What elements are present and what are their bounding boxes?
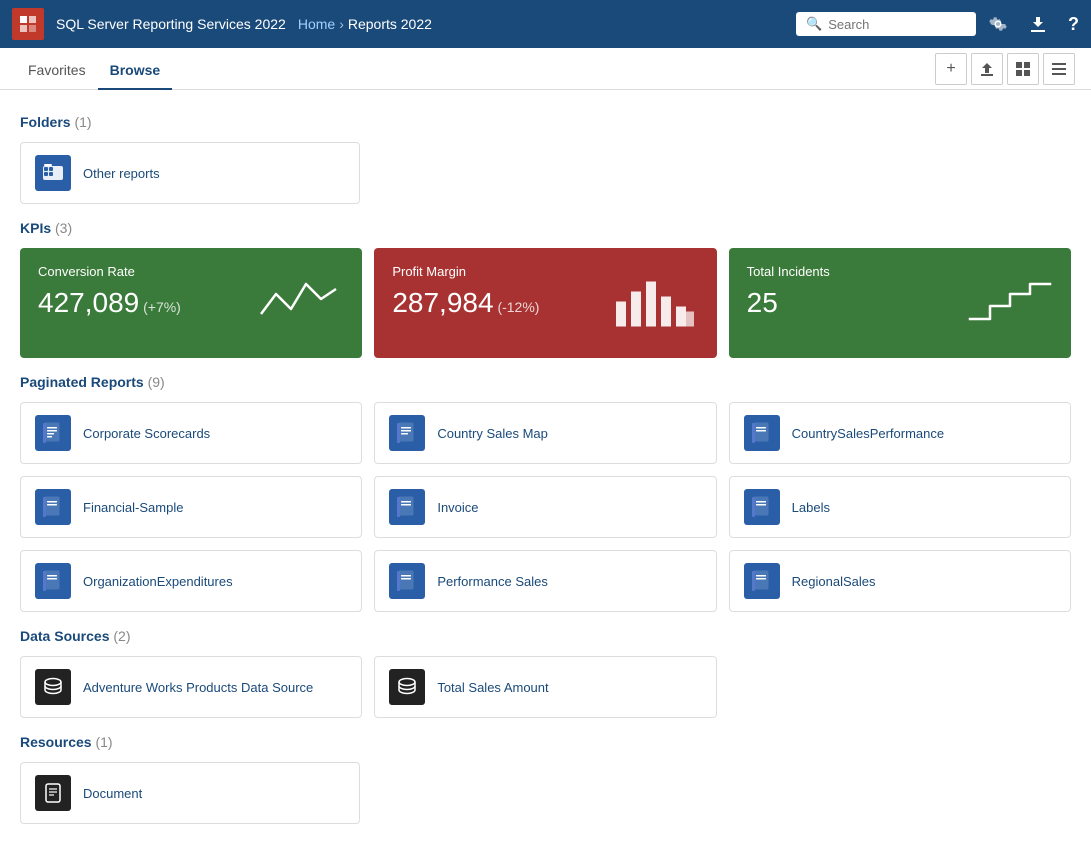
report-label: Performance Sales — [437, 574, 548, 589]
resource-label: Document — [83, 786, 142, 801]
resources-section-header: Resources (1) — [20, 734, 1071, 750]
tab-favorites[interactable]: Favorites — [16, 48, 98, 90]
datasource-icon — [389, 669, 425, 705]
report-label: Invoice — [437, 500, 478, 515]
tile-view-button[interactable] — [1007, 53, 1039, 85]
report-label: Financial-Sample — [83, 500, 183, 515]
datasource-label: Adventure Works Products Data Source — [83, 680, 313, 695]
resource-icon — [35, 775, 71, 811]
report-icon — [744, 563, 780, 599]
kpis-section-header: KPIs (3) — [20, 220, 1071, 236]
report-label: OrganizationExpenditures — [83, 574, 233, 589]
list-item[interactable]: CountrySalesPerformance — [729, 402, 1071, 464]
list-item[interactable]: RegionalSales — [729, 550, 1071, 612]
kpi-conversion-rate[interactable]: Conversion Rate 427,089 (+7%) — [20, 248, 362, 358]
folders-grid: Other reports — [20, 142, 1071, 204]
list-item[interactable]: Labels — [729, 476, 1071, 538]
detail-view-button[interactable] — [1043, 53, 1075, 85]
kpi-total-incidents[interactable]: Total Incidents 25 — [729, 248, 1071, 358]
report-label: RegionalSales — [792, 574, 876, 589]
report-icon — [389, 489, 425, 525]
kpi-value: 25 — [747, 287, 778, 318]
report-label: CountrySalesPerformance — [792, 426, 944, 441]
report-icon — [35, 415, 71, 451]
report-label: Country Sales Map — [437, 426, 548, 441]
tabs-bar: Favorites Browse + — [0, 48, 1091, 90]
resources-label: Resources — [20, 734, 92, 750]
search-box[interactable]: 🔍 — [796, 12, 976, 36]
kpis-grid: Conversion Rate 427,089 (+7%) Profit Mar… — [20, 248, 1071, 358]
datasources-label: Data Sources — [20, 628, 109, 644]
search-input[interactable] — [828, 17, 966, 32]
kpi-value: 427,089 — [38, 287, 139, 318]
report-icon — [35, 489, 71, 525]
folders-label: Folders — [20, 114, 71, 130]
report-icon — [744, 489, 780, 525]
tab-browse[interactable]: Browse — [98, 48, 173, 90]
paginated-count: (9) — [148, 374, 165, 390]
paginated-label: Paginated Reports — [20, 374, 144, 390]
breadcrumb-home[interactable]: Home — [298, 16, 335, 32]
list-item[interactable]: Other reports — [20, 142, 360, 204]
paginated-reports-section-header: Paginated Reports (9) — [20, 374, 1071, 390]
list-item[interactable]: Financial-Sample — [20, 476, 362, 538]
datasources-count: (2) — [113, 628, 130, 644]
kpi-chart-line — [256, 274, 346, 332]
report-icon — [389, 415, 425, 451]
folder-icon — [35, 155, 71, 191]
app-logo — [12, 8, 44, 40]
help-icon[interactable]: ? — [1068, 14, 1079, 35]
breadcrumb-separator: › — [339, 16, 344, 32]
resources-grid: Document — [20, 762, 1071, 824]
kpi-profit-margin[interactable]: Profit Margin 287,984 (-12%) — [374, 248, 716, 358]
kpi-value: 287,984 — [392, 287, 493, 318]
list-item[interactable]: Performance Sales — [374, 550, 716, 612]
main-content: Folders (1) Other reports KPIs (3) C — [0, 90, 1091, 840]
report-icon — [35, 563, 71, 599]
download-icon[interactable] — [1028, 14, 1048, 34]
report-label: Corporate Scorecards — [83, 426, 210, 441]
new-item-button[interactable]: + — [935, 53, 967, 85]
kpis-label: KPIs — [20, 220, 51, 236]
list-item[interactable]: Invoice — [374, 476, 716, 538]
search-icon: 🔍 — [806, 16, 822, 32]
header: SQL Server Reporting Services 2022 Home … — [0, 0, 1091, 48]
datasource-label: Total Sales Amount — [437, 680, 548, 695]
list-item[interactable]: Adventure Works Products Data Source — [20, 656, 362, 718]
kpis-count: (3) — [55, 220, 72, 236]
list-item[interactable]: Total Sales Amount — [374, 656, 716, 718]
header-actions: ? — [988, 14, 1079, 35]
datasources-section-header: Data Sources (2) — [20, 628, 1071, 644]
report-icon — [744, 415, 780, 451]
kpi-chart-steps — [965, 274, 1055, 332]
list-item[interactable]: OrganizationExpenditures — [20, 550, 362, 612]
report-icon — [389, 563, 425, 599]
datasources-grid: Adventure Works Products Data Source Tot… — [20, 656, 1071, 718]
folder-label: Other reports — [83, 166, 160, 181]
resources-count: (1) — [95, 734, 112, 750]
kpi-change: (+7%) — [143, 299, 181, 315]
list-item[interactable]: Document — [20, 762, 360, 824]
kpi-chart-bar — [611, 272, 701, 335]
breadcrumb-current: Reports 2022 — [348, 16, 432, 32]
list-item[interactable]: Corporate Scorecards — [20, 402, 362, 464]
kpi-change: (-12%) — [497, 299, 539, 315]
folders-section-header: Folders (1) — [20, 114, 1071, 130]
paginated-reports-grid: Corporate Scorecards Country Sales Map — [20, 402, 1071, 612]
report-label: Labels — [792, 500, 830, 515]
settings-icon[interactable] — [988, 14, 1008, 34]
list-item[interactable]: Country Sales Map — [374, 402, 716, 464]
upload-button[interactable] — [971, 53, 1003, 85]
folders-count: (1) — [74, 114, 91, 130]
breadcrumb: Home › Reports 2022 — [298, 16, 432, 32]
tabs-actions: + — [935, 53, 1075, 85]
datasource-icon — [35, 669, 71, 705]
app-title: SQL Server Reporting Services 2022 — [56, 16, 286, 32]
